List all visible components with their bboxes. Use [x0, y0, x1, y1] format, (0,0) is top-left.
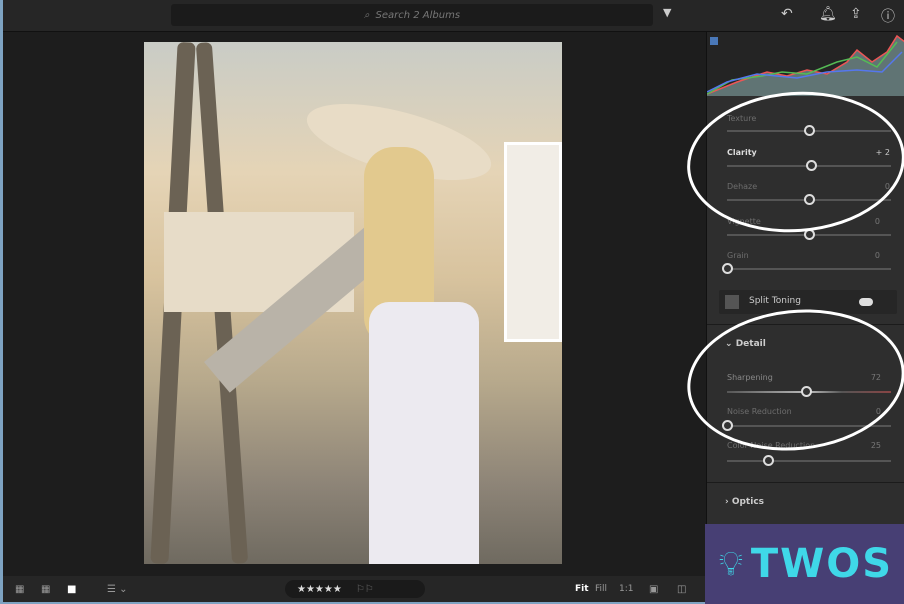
grid-large-icon[interactable]: ▦	[41, 584, 50, 595]
top-bar: ⌕ Search 2 Albums ▼ ↶ 🔔︎ ⇪ ⓘ	[3, 0, 904, 32]
photo-preview	[144, 42, 562, 564]
optics-section[interactable]: › Optics	[707, 482, 904, 524]
color-noise-reduction-slider[interactable]	[727, 455, 891, 466]
bell-icon[interactable]: 🔔︎	[819, 6, 837, 22]
clipping-toggle[interactable]	[710, 37, 718, 45]
split-toning-icon	[725, 295, 739, 309]
rating-stars[interactable]: ★★★★★ ⚐⚐	[285, 580, 425, 598]
grain-slider[interactable]	[722, 263, 891, 274]
undo-icon[interactable]: ↶	[781, 6, 793, 22]
share-icon[interactable]: ⇪	[850, 6, 862, 22]
compare-icon[interactable]: ◫	[677, 584, 686, 595]
lightroom-window: ⌕ Search 2 Albums ▼ ↶ 🔔︎ ⇪ ⓘ Texture Clar…	[3, 0, 904, 602]
vignette-value[interactable]: 0	[875, 217, 880, 226]
one-to-one-button[interactable]: 1:1	[619, 584, 633, 594]
color-noise-reduction-value[interactable]: 25	[871, 441, 881, 450]
fill-button[interactable]: Fill	[595, 584, 607, 594]
sort-icon[interactable]: ☰ ⌄	[107, 584, 128, 595]
window	[504, 142, 562, 342]
twos-logo: 💡︎ TWOS	[705, 524, 904, 604]
filter-icon[interactable]: ▼	[663, 6, 671, 19]
annotation-circle	[682, 84, 904, 240]
grain-label: Grain	[727, 251, 749, 260]
edit-panel: Texture Clarity + 2 Dehaze 0 Vignette 0 …	[680, 32, 904, 524]
fit-button[interactable]: Fit	[575, 584, 589, 594]
grid-small-icon[interactable]: ▦	[15, 584, 24, 595]
detail-view-icon[interactable]: ■	[67, 584, 76, 595]
info-overlay-icon[interactable]: ▣	[649, 584, 658, 595]
vignette-slider[interactable]	[727, 229, 891, 240]
search-input[interactable]: ⌕ Search 2 Albums	[171, 4, 653, 26]
search-icon: ⌕	[363, 9, 370, 21]
histogram	[706, 32, 904, 96]
help-icon[interactable]: ⓘ	[881, 6, 895, 26]
flag-icon[interactable]: ⚐⚐	[356, 584, 374, 595]
woman	[299, 88, 499, 564]
split-toning-toggle[interactable]	[859, 298, 873, 306]
lightbulb-icon: 💡︎	[719, 544, 743, 584]
grain-value[interactable]: 0	[875, 251, 880, 260]
